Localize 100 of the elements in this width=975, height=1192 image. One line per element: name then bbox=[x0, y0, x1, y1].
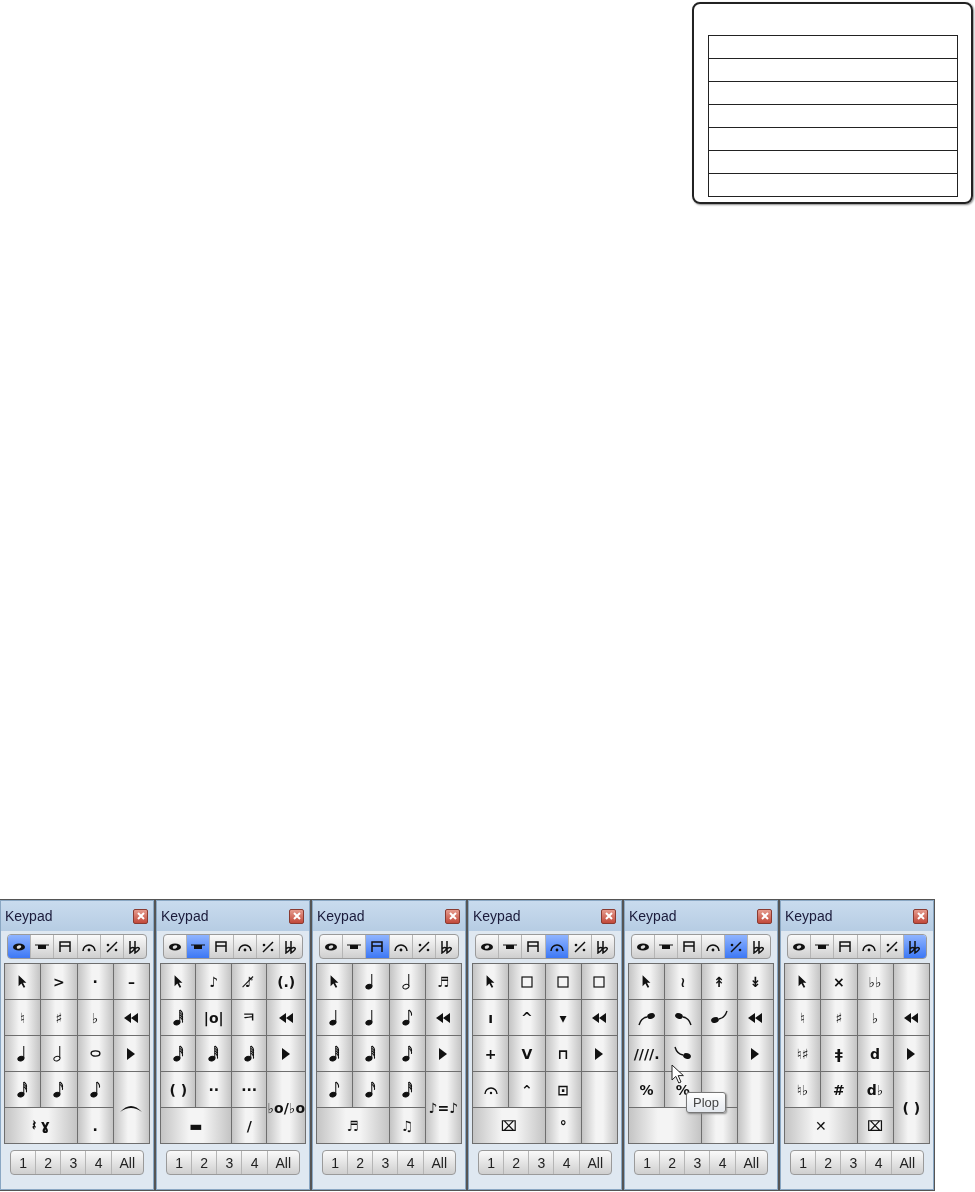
keypad-key[interactable] bbox=[196, 1036, 231, 1071]
keypad-key[interactable] bbox=[665, 1000, 701, 1035]
beam-tab[interactable] bbox=[366, 935, 390, 958]
keypad-key[interactable]: |o| bbox=[196, 1000, 231, 1035]
keypad-key[interactable]: / bbox=[231, 1108, 267, 1143]
page-tab[interactable]: 1 bbox=[479, 1151, 505, 1174]
page-tab[interactable]: 1 bbox=[167, 1151, 193, 1174]
keypad-key[interactable] bbox=[893, 1036, 929, 1071]
keypad-key[interactable]: ↟ bbox=[701, 964, 737, 999]
keypad-key[interactable]: ( ) bbox=[161, 1072, 196, 1107]
keypad-key[interactable] bbox=[473, 964, 509, 999]
keypad-key[interactable] bbox=[353, 1072, 389, 1107]
keypad-key[interactable] bbox=[353, 964, 389, 999]
note-tab[interactable] bbox=[8, 935, 32, 958]
keypad-key[interactable]: ♭♭ bbox=[857, 964, 893, 999]
keypad-key[interactable] bbox=[113, 1036, 149, 1071]
page-tab[interactable]: 2 bbox=[660, 1151, 686, 1174]
keypad-key[interactable] bbox=[389, 1000, 425, 1035]
keypad-key[interactable] bbox=[389, 1072, 425, 1107]
keypad-key[interactable] bbox=[737, 1036, 773, 1071]
keypad-key[interactable] bbox=[737, 1000, 773, 1035]
page-tab[interactable]: 4 bbox=[398, 1151, 424, 1174]
close-button[interactable] bbox=[445, 908, 460, 924]
keypad-key[interactable]: ≀ bbox=[665, 964, 701, 999]
keypad-key[interactable]: ♬ bbox=[425, 964, 461, 999]
keypad-key[interactable]: ··· bbox=[231, 1072, 267, 1107]
keypad-key[interactable] bbox=[353, 1036, 389, 1071]
page-tab[interactable]: All bbox=[423, 1151, 455, 1174]
keypad-key[interactable]: ♫ bbox=[389, 1108, 425, 1143]
keypad-key[interactable] bbox=[389, 1036, 425, 1071]
keypad-key[interactable] bbox=[665, 1036, 701, 1071]
keypad-key[interactable]: ♮ bbox=[5, 1000, 41, 1035]
page-tab[interactable]: All bbox=[579, 1151, 611, 1174]
page-tab[interactable]: 4 bbox=[554, 1151, 580, 1174]
page-tab[interactable]: 3 bbox=[61, 1151, 87, 1174]
keypad-key[interactable]: ▬ bbox=[161, 1108, 231, 1143]
keypad-key[interactable] bbox=[317, 1036, 353, 1071]
fermata-tab[interactable] bbox=[545, 935, 569, 958]
keypad-key[interactable]: ♯ bbox=[41, 1000, 77, 1035]
keypad-key[interactable]: 𝄽 ɣ bbox=[5, 1108, 77, 1143]
keypad-key[interactable] bbox=[5, 1036, 41, 1071]
keypad-key[interactable]: % bbox=[629, 1072, 665, 1107]
keypad-key[interactable] bbox=[629, 1000, 665, 1035]
keypad-key[interactable] bbox=[161, 1036, 196, 1071]
keypad-key[interactable]: ( ) bbox=[893, 1072, 929, 1143]
keypad-key[interactable]: ↡ bbox=[737, 964, 773, 999]
keypad-key[interactable]: ♪=♪ bbox=[425, 1072, 461, 1143]
page-tab[interactable]: 2 bbox=[36, 1151, 62, 1174]
page-tab[interactable]: 4 bbox=[242, 1151, 268, 1174]
keypad-key[interactable] bbox=[893, 1000, 929, 1035]
keypad-key[interactable]: ▾ bbox=[545, 1000, 581, 1035]
keypad-key[interactable]: ·· bbox=[196, 1072, 231, 1107]
page-tab[interactable]: All bbox=[267, 1151, 299, 1174]
keypad-key[interactable]: > bbox=[41, 964, 77, 999]
keypad-key[interactable]: V bbox=[509, 1036, 545, 1071]
keypad-key[interactable]: ♭ bbox=[857, 1000, 893, 1035]
page-tab[interactable]: All bbox=[111, 1151, 143, 1174]
keypad-key[interactable] bbox=[5, 1072, 41, 1107]
keypad-key[interactable]: ♮♭ bbox=[785, 1072, 821, 1107]
keypad-key[interactable] bbox=[425, 1000, 461, 1035]
keypad-key[interactable]: . bbox=[77, 1108, 113, 1143]
page-tab[interactable]: 1 bbox=[635, 1151, 661, 1174]
page-tab[interactable]: 1 bbox=[791, 1151, 817, 1174]
keypad-key[interactable] bbox=[317, 1000, 353, 1035]
page-tab[interactable]: 2 bbox=[816, 1151, 842, 1174]
keypad-key[interactable]: # bbox=[821, 1072, 857, 1107]
keypad-key[interactable]: (.) bbox=[267, 964, 305, 999]
keypad-key[interactable]: ♭ bbox=[77, 1000, 113, 1035]
keypad-key[interactable]: ♪ bbox=[196, 964, 231, 999]
keypad-key[interactable] bbox=[161, 964, 196, 999]
keypad-key[interactable] bbox=[161, 1000, 196, 1035]
page-tab[interactable]: 3 bbox=[685, 1151, 711, 1174]
keypad-key[interactable]: × bbox=[821, 964, 857, 999]
keypad-key[interactable] bbox=[317, 964, 353, 999]
keypad-key[interactable] bbox=[581, 1000, 617, 1035]
keypad-key[interactable]: ǂ bbox=[821, 1036, 857, 1071]
keypad-key[interactable] bbox=[425, 1036, 461, 1071]
keypad-key[interactable]: ⊓ bbox=[545, 1036, 581, 1071]
page-tab[interactable]: 3 bbox=[841, 1151, 867, 1174]
close-button[interactable] bbox=[913, 908, 928, 924]
page-tab[interactable]: 2 bbox=[192, 1151, 218, 1174]
keypad-key[interactable]: + bbox=[473, 1036, 509, 1071]
close-button[interactable] bbox=[133, 908, 148, 924]
keypad-key[interactable]: ♬ bbox=[317, 1108, 389, 1143]
percent-tab[interactable] bbox=[724, 935, 748, 958]
page-tab[interactable]: 1 bbox=[11, 1151, 37, 1174]
keypad-key[interactable]: ⌧ bbox=[473, 1108, 545, 1143]
keypad-key[interactable]: ♪̸ bbox=[231, 964, 267, 999]
flat-tab[interactable] bbox=[903, 935, 926, 958]
rest-tab[interactable] bbox=[187, 935, 211, 958]
keypad-key[interactable]: ° bbox=[545, 1108, 581, 1143]
keypad-key[interactable] bbox=[5, 964, 41, 999]
keypad-key[interactable]: ♭o/♭o bbox=[267, 1072, 305, 1143]
page-tab[interactable]: 4 bbox=[86, 1151, 112, 1174]
keypad-key[interactable]: · bbox=[77, 964, 113, 999]
page-tab[interactable]: All bbox=[735, 1151, 767, 1174]
page-tab[interactable]: All bbox=[891, 1151, 923, 1174]
close-button[interactable] bbox=[601, 908, 616, 924]
keypad-key[interactable]: d bbox=[857, 1036, 893, 1071]
keypad-key[interactable] bbox=[317, 1072, 353, 1107]
